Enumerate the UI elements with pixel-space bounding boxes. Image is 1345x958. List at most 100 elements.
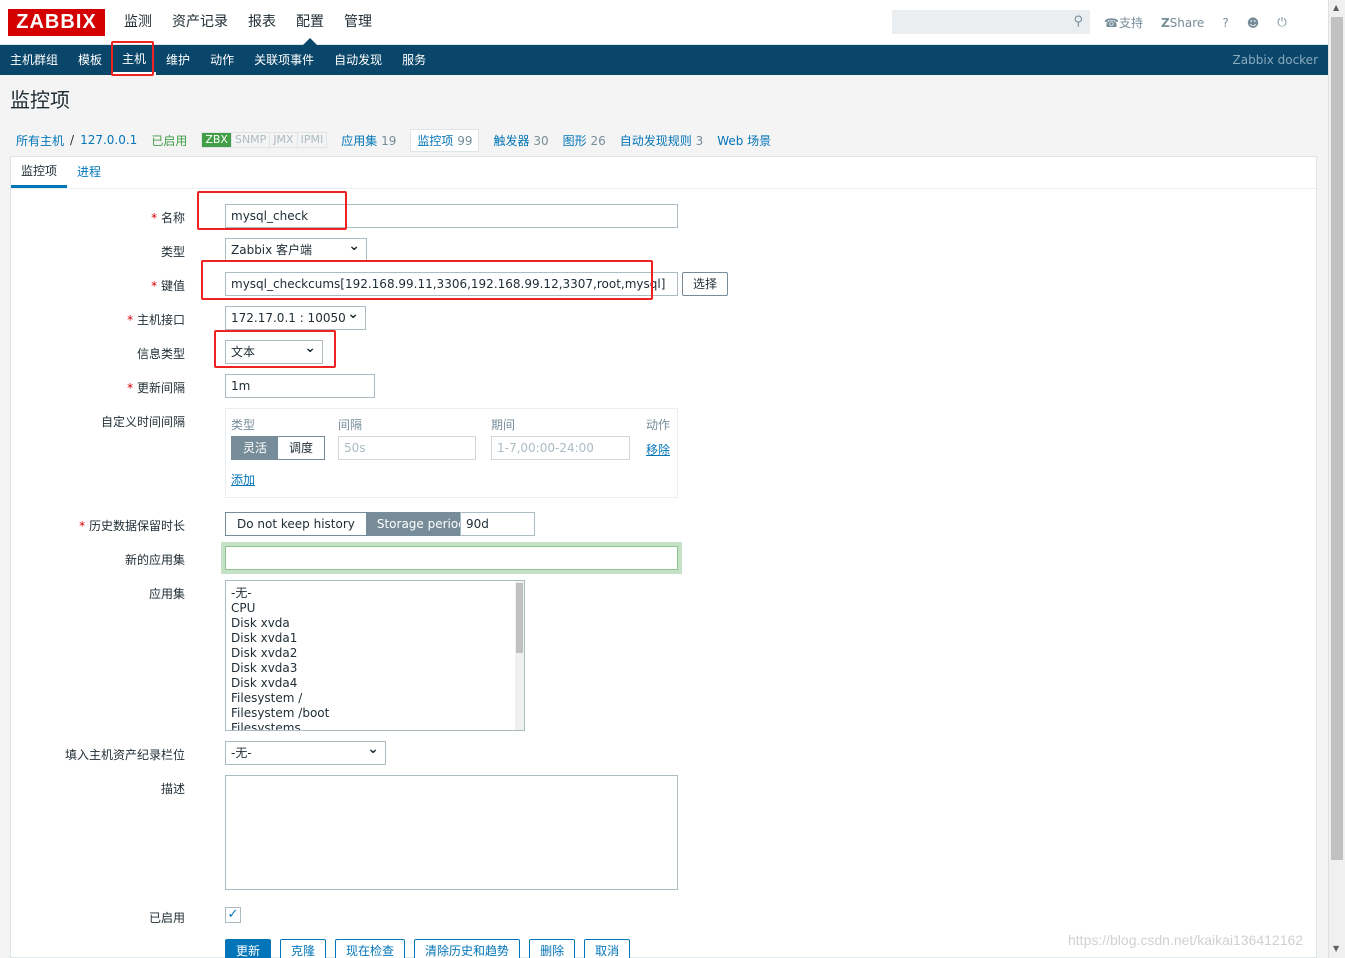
top-bar: ZABBIX 监测 资产记录 报表 配置 管理 ⚲ ☎支持 ZShare ? ☻… [0, 0, 1328, 45]
share-link[interactable]: ZShare [1161, 16, 1204, 30]
app-option[interactable]: Disk xvda4 [226, 676, 524, 691]
app-option[interactable]: Disk xvda3 [226, 661, 524, 676]
sub-nav-services[interactable]: 服务 [392, 45, 436, 75]
custom-remove-link[interactable]: 移除 [646, 441, 670, 458]
app-option[interactable]: Disk xvda2 [226, 646, 524, 661]
tag-ipmi: IPMI [300, 133, 324, 146]
support-label: 支持 [1118, 16, 1143, 30]
custom-type-scheduling[interactable]: 调度 [278, 437, 325, 459]
page-scrollbar[interactable]: ▲ ▼ [1328, 0, 1345, 958]
key-field[interactable]: mysql_checkcums[192.168.99.11,3306,192.1… [225, 272, 678, 296]
server-name: Zabbix docker [1232, 53, 1318, 67]
main-nav-monitoring[interactable]: 监测 [114, 0, 162, 45]
sub-nav-actions[interactable]: 动作 [200, 45, 244, 75]
info-type-select[interactable]: 文本 [225, 340, 323, 364]
update-button[interactable]: 更新 [225, 939, 272, 958]
breadcrumb-separator: / [70, 133, 75, 147]
host-status[interactable]: 已启用 [151, 132, 187, 149]
breadcrumb-discovery-rules[interactable]: 自动发现规则 3 [620, 132, 703, 149]
global-search-input[interactable]: ⚲ [892, 10, 1090, 34]
app-option[interactable]: -无- [226, 581, 524, 601]
app-option[interactable]: CPU [226, 601, 524, 616]
interface-label: 主机接口 [127, 311, 185, 328]
history-do-not-keep[interactable]: Do not keep history [226, 513, 366, 535]
key-select-button[interactable]: 选择 [682, 272, 729, 296]
inventory-select[interactable]: -无- [225, 741, 386, 765]
sub-nav-host-groups[interactable]: 主机群组 [0, 45, 68, 75]
sub-nav-discovery[interactable]: 自动发现 [324, 45, 392, 75]
main-nav-administration[interactable]: 管理 [334, 0, 382, 45]
enabled-checkbox[interactable]: ✓ [225, 907, 241, 923]
apps-scrollbar[interactable] [515, 581, 524, 730]
graphs-label: 图形 [562, 133, 587, 148]
form-tabs: 监控项 进程 [11, 157, 1316, 189]
new-app-field[interactable] [225, 546, 678, 570]
name-field[interactable]: mysql_check [225, 204, 678, 228]
sub-nav-event-correlation[interactable]: 关联项事件 [244, 45, 324, 75]
sub-nav-templates[interactable]: 模板 [68, 45, 112, 75]
interface-select-value: 172.17.0.1 : 10050 [231, 311, 346, 325]
desc-label: 描述 [160, 782, 185, 796]
scroll-up-icon[interactable]: ▲ [1333, 3, 1339, 12]
app-option[interactable]: Filesystems [226, 721, 524, 730]
name-label-text: 名称 [160, 211, 185, 225]
delete-button[interactable]: 删除 [529, 939, 576, 958]
sub-nav-maintenance[interactable]: 维护 [156, 45, 200, 75]
interface-select[interactable]: 172.17.0.1 : 10050 [225, 306, 366, 330]
history-label-text: 历史数据保留时长 [88, 519, 185, 533]
cancel-button[interactable]: 取消 [584, 939, 631, 958]
breadcrumb: 所有主机 / 127.0.0.1 已启用 ZBX SNMP JMX IPMI 应… [10, 126, 1317, 154]
zabbix-logo[interactable]: ZABBIX [8, 9, 105, 36]
breadcrumb-host[interactable]: 127.0.0.1 [80, 133, 137, 147]
sub-nav-hosts[interactable]: 主机 [112, 45, 157, 75]
app-option[interactable]: Disk xvda [226, 616, 524, 631]
search-icon[interactable]: ⚲ [1073, 14, 1083, 29]
tag-jmx: JMX [270, 133, 298, 147]
new-app-label: 新的应用集 [124, 553, 185, 567]
main-nav-inventory[interactable]: 资产记录 [162, 0, 238, 45]
app-option[interactable]: Disk xvda1 [226, 631, 524, 646]
custom-header-action: 动作 [646, 418, 671, 432]
interval-field[interactable]: 1m [225, 374, 375, 398]
breadcrumb-web-scenarios[interactable]: Web 场景 [717, 132, 771, 149]
breadcrumb-all-hosts[interactable]: 所有主机 [16, 132, 64, 149]
tab-preprocessing[interactable]: 进程 [67, 157, 111, 188]
app-option[interactable]: Filesystem / [226, 691, 524, 706]
main-nav-configuration[interactable]: 配置 [286, 0, 334, 45]
help-link[interactable]: ? [1222, 16, 1228, 30]
history-label: 历史数据保留时长 [79, 517, 185, 534]
custom-period-input[interactable]: 1-7,00:00-24:00 [491, 436, 630, 460]
history-period-field[interactable]: 90d [460, 512, 535, 536]
custom-add-link[interactable]: 添加 [231, 471, 255, 488]
main-nav-reports[interactable]: 报表 [238, 0, 286, 45]
triggers-label: 触发器 [493, 133, 530, 148]
scroll-down-icon[interactable]: ▼ [1333, 944, 1339, 953]
page-scrollbar-thumb[interactable] [1331, 17, 1343, 860]
breadcrumb-items[interactable]: 监控项 99 [410, 128, 480, 152]
info-type-label: 信息类型 [136, 347, 185, 361]
apps-listbox[interactable]: -无- CPU Disk xvda Disk xvda1 Disk xvda2 … [225, 580, 525, 731]
apps-scrollbar-thumb[interactable] [516, 583, 523, 653]
type-select[interactable]: Zabbix 客户端 [225, 238, 367, 262]
breadcrumb-applications[interactable]: 应用集 19 [341, 132, 396, 149]
items-label: 监控项 [417, 133, 454, 148]
clone-button[interactable]: 克隆 [280, 939, 327, 958]
support-link[interactable]: ☎支持 [1104, 14, 1143, 31]
discovery-rules-label: 自动发现规则 [619, 133, 692, 148]
sub-nav: 主机群组 模板 主机 维护 动作 关联项事件 自动发现 服务 Zabbix do… [0, 45, 1328, 75]
tab-item[interactable]: 监控项 [11, 157, 68, 188]
custom-interval-input[interactable]: 50s [338, 436, 476, 460]
inventory-select-value: -无- [231, 746, 252, 760]
user-profile-icon[interactable]: ☻ [1247, 16, 1260, 30]
breadcrumb-graphs[interactable]: 图形 26 [563, 132, 606, 149]
custom-header-interval: 间隔 [338, 418, 363, 432]
logout-icon[interactable]: ⏻ [1277, 15, 1287, 30]
custom-type-flexible[interactable]: 灵活 [232, 437, 279, 459]
check-now-button[interactable]: 现在检查 [335, 939, 406, 958]
custom-header-type: 类型 [231, 418, 256, 432]
app-option[interactable]: Filesystem /boot [226, 706, 524, 721]
breadcrumb-triggers[interactable]: 触发器 30 [493, 132, 548, 149]
desc-textarea[interactable] [225, 775, 678, 890]
clear-history-button[interactable]: 清除历史和趋势 [414, 939, 521, 958]
page-title: 监控项 [10, 88, 70, 112]
